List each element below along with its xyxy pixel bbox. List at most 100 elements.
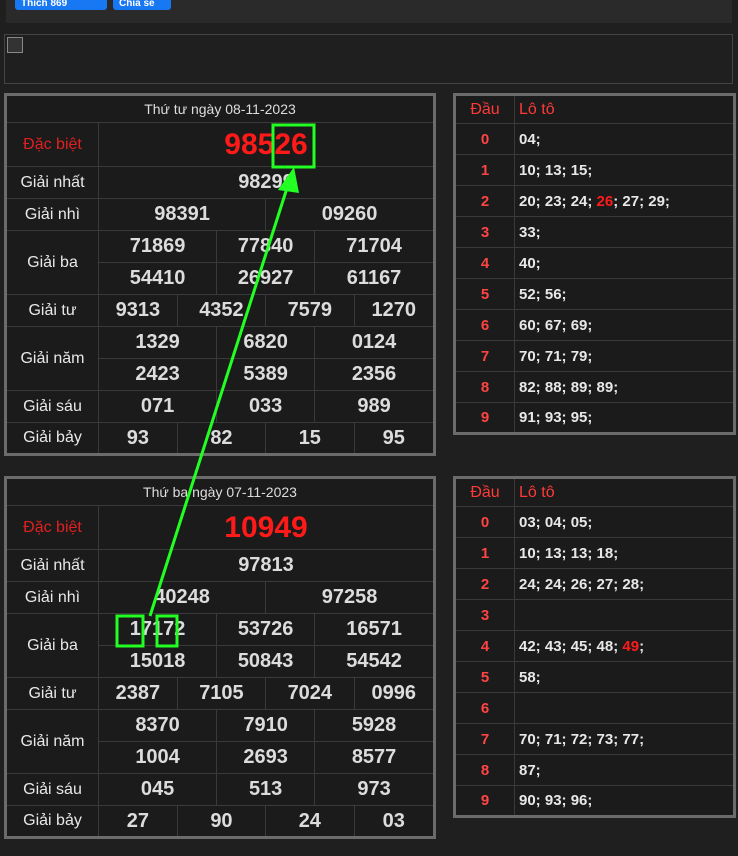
fifth-prize-value: 7910: [216, 709, 316, 742]
loto-dau: 6: [454, 692, 515, 724]
second-prize-value: 09260: [265, 198, 435, 231]
second-prize-label: Giải nhì: [5, 581, 99, 614]
fourth-prize-value: 0996: [353, 677, 435, 710]
fourth-prize-value: 7024: [265, 677, 355, 710]
loto-highlight: 26: [596, 192, 614, 210]
loto-values: 90; 93; 96;: [514, 785, 735, 817]
second-prize-value: 97258: [265, 581, 435, 614]
fifth-prize-value: 8577: [314, 741, 435, 774]
loto-values: [514, 692, 735, 724]
special-prize-label: Đặc biệt: [5, 122, 99, 167]
loto-values: 10; 13; 13; 18;: [514, 537, 735, 569]
loto-dau: 4: [454, 247, 515, 279]
fourth-prize-value: 1270: [353, 294, 435, 327]
second-prize-value: 40248: [97, 581, 267, 614]
loto-values: 91; 93; 95;: [514, 402, 735, 434]
third-prize-value: 54542: [314, 645, 435, 678]
third-prize-value: 17172: [97, 613, 218, 646]
sixth-prize-label: Giải sáu: [5, 390, 99, 423]
fourth-prize-value: 7105: [176, 677, 267, 710]
share-label: Chia sẻ: [119, 0, 155, 9]
facebook-like-button[interactable]: Thích 869: [15, 0, 107, 10]
loto-values: 42; 43; 45; 48; 49;: [514, 630, 735, 662]
loto-row: 3: [454, 599, 735, 631]
sixth-prize-label: Giải sáu: [5, 773, 99, 806]
broken-image-icon: [7, 37, 23, 53]
fifth-prize-value: 1004: [97, 741, 218, 774]
sixth-prize-value: 989: [314, 390, 435, 423]
loto-row: 6 60; 67; 69;: [454, 309, 735, 341]
seventh-prize-value: 15: [265, 422, 355, 455]
loto-values-pre: 42; 43; 45; 48;: [519, 637, 623, 655]
result-table-day2: Thứ ba ngày 07-11-2023 Đặc biệt 10949 Giả…: [4, 476, 436, 839]
fifth-prize-value: 2356: [314, 358, 435, 391]
social-bar: Thích 869 Chia sẻ: [6, 0, 732, 23]
third-prize-value: 71869: [97, 230, 218, 263]
loto-row: 5 52; 56;: [454, 278, 735, 310]
loto-values: 24; 24; 26; 27; 28;: [514, 568, 735, 600]
third-prize-value: 26927: [216, 262, 316, 295]
result-table-day1: Thứ tư ngày 08-11-2023 Đặc biệt 98526 Giả…: [4, 93, 436, 456]
date-header: Thứ ba ngày 07-11-2023: [5, 477, 435, 506]
loto-dau: 1: [454, 537, 515, 569]
special-prize-label: Đặc biệt: [5, 505, 99, 550]
loto-head-dau: Đầu: [454, 94, 515, 124]
fifth-prize-label: Giải năm: [5, 326, 99, 391]
loto-dau: 8: [454, 371, 515, 403]
loto-values: 10; 13; 15;: [514, 154, 735, 186]
loto-dau: 2: [454, 185, 515, 217]
loto-row: 9 90; 93; 96;: [454, 785, 735, 817]
third-prize-value: 54410: [97, 262, 218, 295]
seventh-prize-label: Giải bảy: [5, 805, 99, 838]
loto-row: 8 82; 88; 89; 89;: [454, 371, 735, 403]
loto-highlight: 49: [622, 637, 640, 655]
special-prize-value: 98526: [98, 122, 435, 167]
loto-values: 82; 88; 89; 89;: [514, 371, 735, 403]
loto-dau: 9: [454, 785, 515, 817]
fourth-prize-label: Giải tư: [5, 677, 99, 710]
third-prize-value: 16571: [314, 613, 435, 646]
loto-row: 1 10; 13; 13; 18;: [454, 537, 735, 569]
first-prize-value: 97813: [98, 549, 435, 582]
loto-row: 3 33;: [454, 216, 735, 248]
date-header: Thứ tư ngày 08-11-2023: [5, 94, 435, 123]
loto-row: 9 91; 93; 95;: [454, 402, 735, 434]
loto-dau: 1: [454, 154, 515, 186]
facebook-share-button[interactable]: Chia sẻ: [113, 0, 171, 10]
sixth-prize-value: 973: [314, 773, 435, 806]
loto-dau: 6: [454, 309, 515, 341]
seventh-prize-value: 82: [176, 422, 267, 455]
like-label: Thích 869: [21, 0, 68, 9]
fifth-prize-value: 2693: [216, 741, 316, 774]
loto-values: 52; 56;: [514, 278, 735, 310]
loto-row: 2 24; 24; 26; 27; 28;: [454, 568, 735, 600]
fifth-prize-value: 2423: [97, 358, 218, 391]
loto-dau: 0: [454, 123, 515, 155]
loto-values-pre: 20; 23; 24;: [519, 192, 597, 210]
fifth-prize-value: 5928: [314, 709, 435, 742]
seventh-prize-value: 03: [353, 805, 435, 838]
first-prize-label: Giải nhất: [5, 549, 99, 582]
loto-values: 20; 23; 24; 26; 27; 29;: [514, 185, 735, 217]
fifth-prize-label: Giải năm: [5, 709, 99, 774]
loto-row: 4 42; 43; 45; 48; 49;: [454, 630, 735, 662]
third-prize-label: Giải ba: [5, 613, 99, 678]
seventh-prize-value: 95: [353, 422, 435, 455]
fifth-prize-value: 5389: [216, 358, 316, 391]
loto-values: [514, 599, 735, 631]
third-prize-label: Giải ba: [5, 230, 99, 295]
loto-values: 87;: [514, 754, 735, 786]
loto-values: 58;: [514, 661, 735, 693]
second-prize-label: Giải nhì: [5, 198, 99, 231]
second-prize-value: 98391: [97, 198, 267, 231]
fifth-prize-value: 1329: [97, 326, 218, 359]
first-prize-label: Giải nhất: [5, 166, 99, 199]
loto-dau: 3: [454, 216, 515, 248]
loto-dau: 8: [454, 754, 515, 786]
loto-dau: 5: [454, 278, 515, 310]
loto-dau: 5: [454, 661, 515, 693]
seventh-prize-value: 93: [98, 422, 178, 455]
fourth-prize-value: 4352: [176, 294, 267, 327]
ad-banner[interactable]: [4, 34, 733, 84]
loto-values-post: ; 27; 29;: [613, 192, 670, 210]
